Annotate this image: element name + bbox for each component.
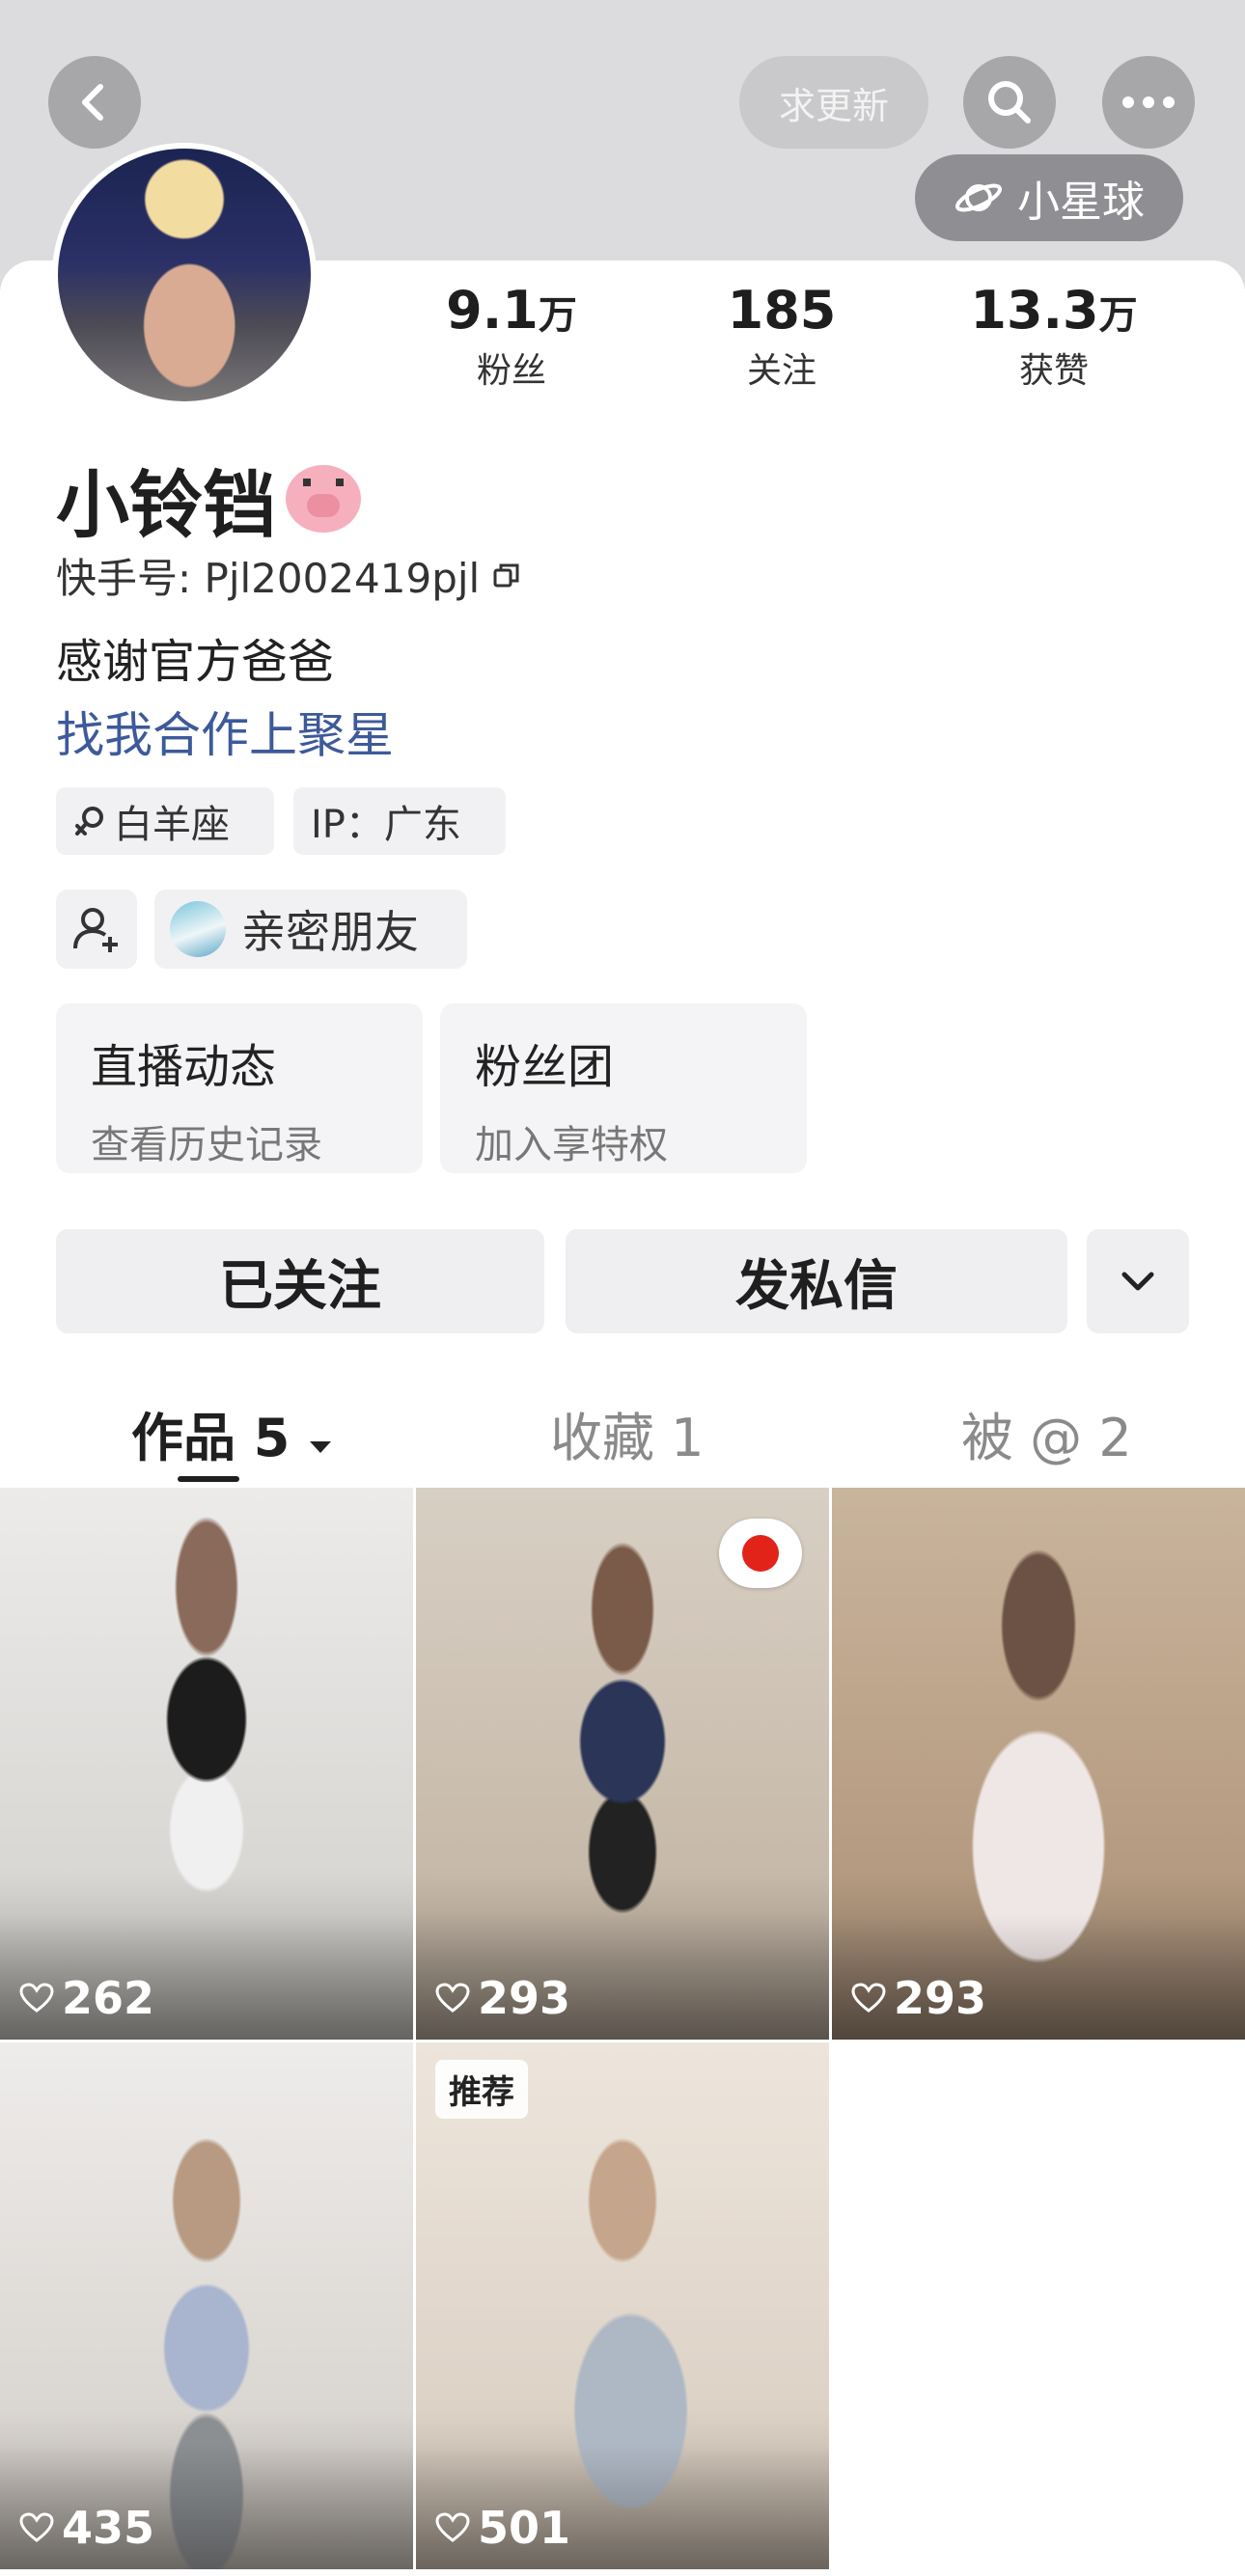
- pig-emoji-icon: [286, 465, 361, 533]
- request-update-label: 求更新: [778, 84, 889, 127]
- like-count: 262: [19, 1972, 154, 2024]
- friend-avatar: [170, 901, 226, 957]
- fan-club-title: 粉丝团: [475, 1040, 615, 1094]
- video-thumbnail[interactable]: 推荐 501: [416, 2042, 829, 2569]
- stat-value: 9.1: [446, 280, 539, 341]
- tab-favorites[interactable]: 收藏 1: [550, 1395, 705, 1471]
- add-friend-button[interactable]: [56, 890, 137, 969]
- live-history-title: 直播动态: [91, 1040, 277, 1094]
- heart-icon: [435, 1983, 470, 2013]
- search-button[interactable]: [963, 56, 1056, 149]
- close-friends-label: 亲密朋友: [241, 906, 419, 958]
- copy-icon[interactable]: [491, 561, 522, 591]
- message-label: 发私信: [735, 1254, 898, 1318]
- video-thumbnail[interactable]: 262: [0, 1488, 413, 2040]
- kuaishou-id: 快手号: Pjl2002419pjl: [56, 546, 522, 605]
- kuaishou-id-text: 快手号: Pjl2002419pjl: [56, 555, 481, 602]
- avatar[interactable]: [52, 143, 317, 407]
- more-button[interactable]: [1102, 56, 1195, 149]
- stat-value: 13.3: [970, 280, 1099, 341]
- like-count: 293: [851, 1972, 986, 2024]
- profile-name-text: 小铃铛: [56, 462, 276, 548]
- tab-works-label: 作品 5: [131, 1408, 290, 1468]
- apple-bubble-icon: [719, 1519, 802, 1588]
- profile-name: 小铃铛: [56, 446, 361, 552]
- video-thumbnail[interactable]: 435: [0, 2042, 413, 2569]
- like-count-value: 262: [62, 1972, 155, 2024]
- recommended-badge: 推荐: [435, 2060, 528, 2119]
- stat-value: 185: [727, 280, 837, 341]
- stat-followers[interactable]: 9.1万 粉丝: [405, 280, 618, 393]
- active-tab-indicator: [178, 1476, 239, 1482]
- heart-icon: [19, 2512, 54, 2542]
- zodiac-label: 白羊座: [114, 803, 230, 847]
- bio-text: 感谢官方爸爸: [56, 635, 335, 689]
- stat-following[interactable]: 185 关注: [676, 280, 888, 393]
- tab-favorites-label: 收藏 1: [550, 1408, 705, 1468]
- expand-button[interactable]: [1087, 1229, 1189, 1333]
- like-count: 435: [19, 2502, 154, 2554]
- caret-down-icon: [310, 1441, 332, 1453]
- more-icon: [1122, 96, 1175, 108]
- message-button[interactable]: 发私信: [566, 1229, 1067, 1333]
- tab-works[interactable]: 作品 5: [131, 1395, 333, 1471]
- chevron-down-icon: [1121, 1272, 1154, 1291]
- video-thumbnail[interactable]: 293: [832, 1488, 1245, 2040]
- back-button[interactable]: [48, 56, 141, 149]
- live-history-subtitle: 查看历史记录: [91, 1123, 322, 1167]
- ip-tag: IP：广东: [293, 787, 506, 855]
- tab-mentioned-label: 被 @ 2: [961, 1408, 1132, 1468]
- like-count-value: 435: [62, 2502, 155, 2554]
- female-symbol-icon: [75, 807, 103, 836]
- like-count-value: 293: [478, 1972, 571, 2024]
- like-count-value: 501: [478, 2502, 571, 2554]
- stat-unit: 万: [1098, 293, 1138, 338]
- tab-mentioned[interactable]: 被 @ 2: [961, 1395, 1132, 1471]
- little-planet-button[interactable]: 小星球: [915, 154, 1183, 241]
- stat-likes[interactable]: 13.3万 获赞: [948, 280, 1160, 393]
- like-count: 501: [435, 2502, 570, 2554]
- followed-button[interactable]: 已关注: [56, 1229, 544, 1333]
- ip-label: IP：广东: [311, 803, 461, 847]
- stat-label: 粉丝: [476, 351, 546, 391]
- request-update-button[interactable]: 求更新: [739, 56, 928, 149]
- heart-icon: [435, 2512, 470, 2542]
- like-count: 293: [435, 1972, 570, 2024]
- fan-club-subtitle: 加入享特权: [475, 1123, 668, 1167]
- live-history-box[interactable]: 直播动态 查看历史记录: [56, 1003, 423, 1173]
- stat-unit: 万: [538, 293, 577, 338]
- stat-label: 获赞: [1018, 351, 1089, 391]
- stat-label: 关注: [746, 351, 816, 391]
- zodiac-tag: 白羊座: [56, 787, 274, 855]
- fan-club-box[interactable]: 粉丝团 加入享特权: [440, 1003, 807, 1173]
- collab-link[interactable]: 找我合作上聚星: [56, 697, 394, 766]
- back-icon: [82, 84, 103, 121]
- close-friends-tag[interactable]: 亲密朋友: [154, 890, 467, 969]
- followed-label: 已关注: [219, 1254, 381, 1318]
- little-planet-label: 小星球: [1017, 178, 1145, 227]
- planet-icon: [954, 183, 1003, 212]
- search-icon: [988, 81, 1031, 123]
- heart-icon: [19, 1983, 54, 2013]
- like-count-value: 293: [894, 1972, 987, 2024]
- video-thumbnail[interactable]: 293: [416, 1488, 829, 2040]
- add-user-icon: [73, 908, 118, 952]
- heart-icon: [851, 1983, 886, 2013]
